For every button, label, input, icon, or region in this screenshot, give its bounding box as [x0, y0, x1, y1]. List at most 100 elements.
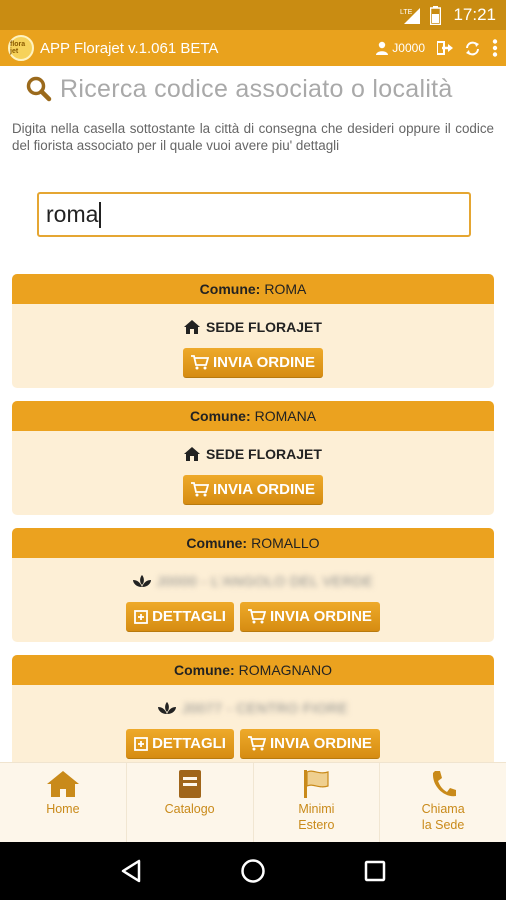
card-actions: DETTAGLI INVIA ORDINE [12, 729, 494, 759]
comune-label: Comune: [173, 662, 235, 678]
overflow-menu-button[interactable] [492, 39, 498, 57]
screen: LTE 17:21 flora jet APP Florajet v.1.061… [0, 0, 506, 900]
comune-name: ROMALLO [251, 535, 320, 551]
clock: 17:21 [453, 5, 496, 24]
logout-icon [437, 41, 453, 55]
florist-name: J0000 - L'ANGOLO DEL VERDE [156, 573, 374, 589]
text-caret [99, 201, 101, 228]
nav-label: Home [46, 802, 80, 816]
book-icon [177, 769, 203, 799]
logo-text: flora jet [10, 41, 26, 55]
nav-label: Minimi [298, 802, 335, 816]
logout-button[interactable] [437, 41, 453, 55]
sede-line: SEDE FLORAJET [12, 443, 494, 465]
card-body: J0077 - CENTRO FIORE DETTAGLI INVIA ORDIN… [12, 685, 494, 762]
card-body: J0000 - L'ANGOLO DEL VERDE DETTAGLI INVIA… [12, 558, 494, 642]
result-card: Comune: ROMANA SEDE FLORAJET INVIA ORDIN… [12, 401, 494, 515]
page-title: Ricerca codice associato o località [60, 74, 453, 103]
card-actions: INVIA ORDINE [12, 475, 494, 505]
battery-icon [430, 5, 442, 25]
plus-square-icon [134, 609, 148, 624]
details-button[interactable]: DETTAGLI [126, 729, 234, 759]
cart-icon [191, 482, 210, 497]
system-navigation-bar [0, 842, 506, 900]
back-button[interactable] [111, 851, 151, 891]
nav-label: Chiama [421, 802, 465, 816]
button-label: INVIA ORDINE [269, 608, 372, 625]
phone-icon [429, 769, 457, 799]
flower-icon [132, 575, 151, 587]
sede-name: SEDE FLORAJET [206, 446, 322, 462]
send-order-button[interactable]: INVIA ORDINE [239, 729, 380, 759]
network-label: LTE [400, 9, 413, 16]
nav-minimi-estero[interactable]: Minimi Estero [254, 763, 381, 842]
nav-chiama-sede[interactable]: Chiama la Sede [380, 763, 506, 842]
nav-label: Catalogo [164, 802, 215, 816]
florist-line: J0000 - L'ANGOLO DEL VERDE [12, 570, 494, 592]
nav-home[interactable]: Home [0, 763, 127, 842]
app-logo: flora jet [8, 35, 34, 61]
details-button[interactable]: DETTAGLI [126, 602, 234, 632]
overflow-menu-icon [492, 39, 498, 57]
back-icon [121, 859, 141, 883]
search-icon [26, 76, 52, 102]
comune-name: ROMA [264, 281, 307, 297]
home-icon [184, 320, 201, 334]
cart-icon [247, 736, 266, 751]
main-content: Ricerca codice associato o località Digi… [0, 66, 506, 762]
search-input[interactable]: roma [37, 192, 471, 237]
recents-button[interactable] [355, 851, 395, 891]
user-code: J0000 [392, 41, 425, 55]
user-icon [376, 41, 389, 55]
plus-square-icon [134, 736, 148, 751]
florist-line: J0077 - CENTRO FIORE [12, 697, 494, 719]
button-label: DETTAGLI [152, 735, 226, 752]
comune-name: ROMANA [254, 408, 317, 424]
send-order-button[interactable]: INVIA ORDINE [239, 602, 380, 632]
refresh-button[interactable] [465, 41, 480, 56]
search-header: Ricerca codice associato o località [0, 66, 506, 106]
user-button[interactable]: J0000 [375, 41, 425, 55]
status-bar: LTE 17:21 [0, 0, 506, 30]
florist-name: J0077 - CENTRO FIORE [181, 700, 349, 716]
nav-label-line2: la Sede [421, 818, 465, 832]
card-header: Comune: ROMA [12, 274, 494, 304]
send-order-button[interactable]: INVIA ORDINE [183, 475, 323, 505]
card-actions: DETTAGLI INVIA ORDINE [12, 602, 494, 632]
button-label: INVIA ORDINE [269, 735, 372, 752]
cart-icon [191, 355, 210, 370]
comune-label: Comune: [189, 408, 251, 424]
home-icon [46, 769, 80, 799]
search-instructions: Digita nella casella sottostante la citt… [12, 121, 494, 153]
result-card: Comune: ROMA SEDE FLORAJET INVIA ORDINE [12, 274, 494, 388]
send-order-button[interactable]: INVIA ORDINE [183, 348, 323, 378]
nav-catalogo[interactable]: Catalogo [127, 763, 254, 842]
comune-label: Comune: [199, 281, 261, 297]
button-label: INVIA ORDINE [213, 481, 315, 498]
card-header: Comune: ROMALLO [12, 528, 494, 558]
home-icon [184, 447, 201, 461]
bottom-navigation: Home Catalogo Minimi Estero Chiama la Se… [0, 762, 506, 842]
button-label: INVIA ORDINE [213, 354, 315, 371]
flag-icon [301, 769, 331, 799]
card-body: SEDE FLORAJET INVIA ORDINE [12, 304, 494, 388]
sede-line: SEDE FLORAJET [12, 316, 494, 338]
results-list: Comune: ROMA SEDE FLORAJET INVIA ORDINE … [12, 274, 494, 762]
card-actions: INVIA ORDINE [12, 348, 494, 378]
search-input-value: roma [46, 201, 99, 227]
home-circle-icon [241, 859, 265, 883]
sede-name: SEDE FLORAJET [206, 319, 322, 335]
recents-icon [364, 860, 386, 882]
result-card: Comune: ROMAGNANO J0077 - CENTRO FIORE D… [12, 655, 494, 762]
nav-label-line2: Estero [298, 818, 335, 832]
card-header: Comune: ROMAGNANO [12, 655, 494, 685]
app-bar: flora jet APP Florajet v.1.061 BETA J000… [0, 30, 506, 66]
result-card: Comune: ROMALLO J0000 - L'ANGOLO DEL VER… [12, 528, 494, 642]
flower-icon [157, 702, 176, 714]
card-body: SEDE FLORAJET INVIA ORDINE [12, 431, 494, 515]
refresh-icon [466, 41, 479, 55]
home-system-button[interactable] [233, 851, 273, 891]
button-label: DETTAGLI [152, 608, 226, 625]
comune-name: ROMAGNANO [238, 662, 332, 678]
signal-icon: LTE [400, 6, 422, 24]
